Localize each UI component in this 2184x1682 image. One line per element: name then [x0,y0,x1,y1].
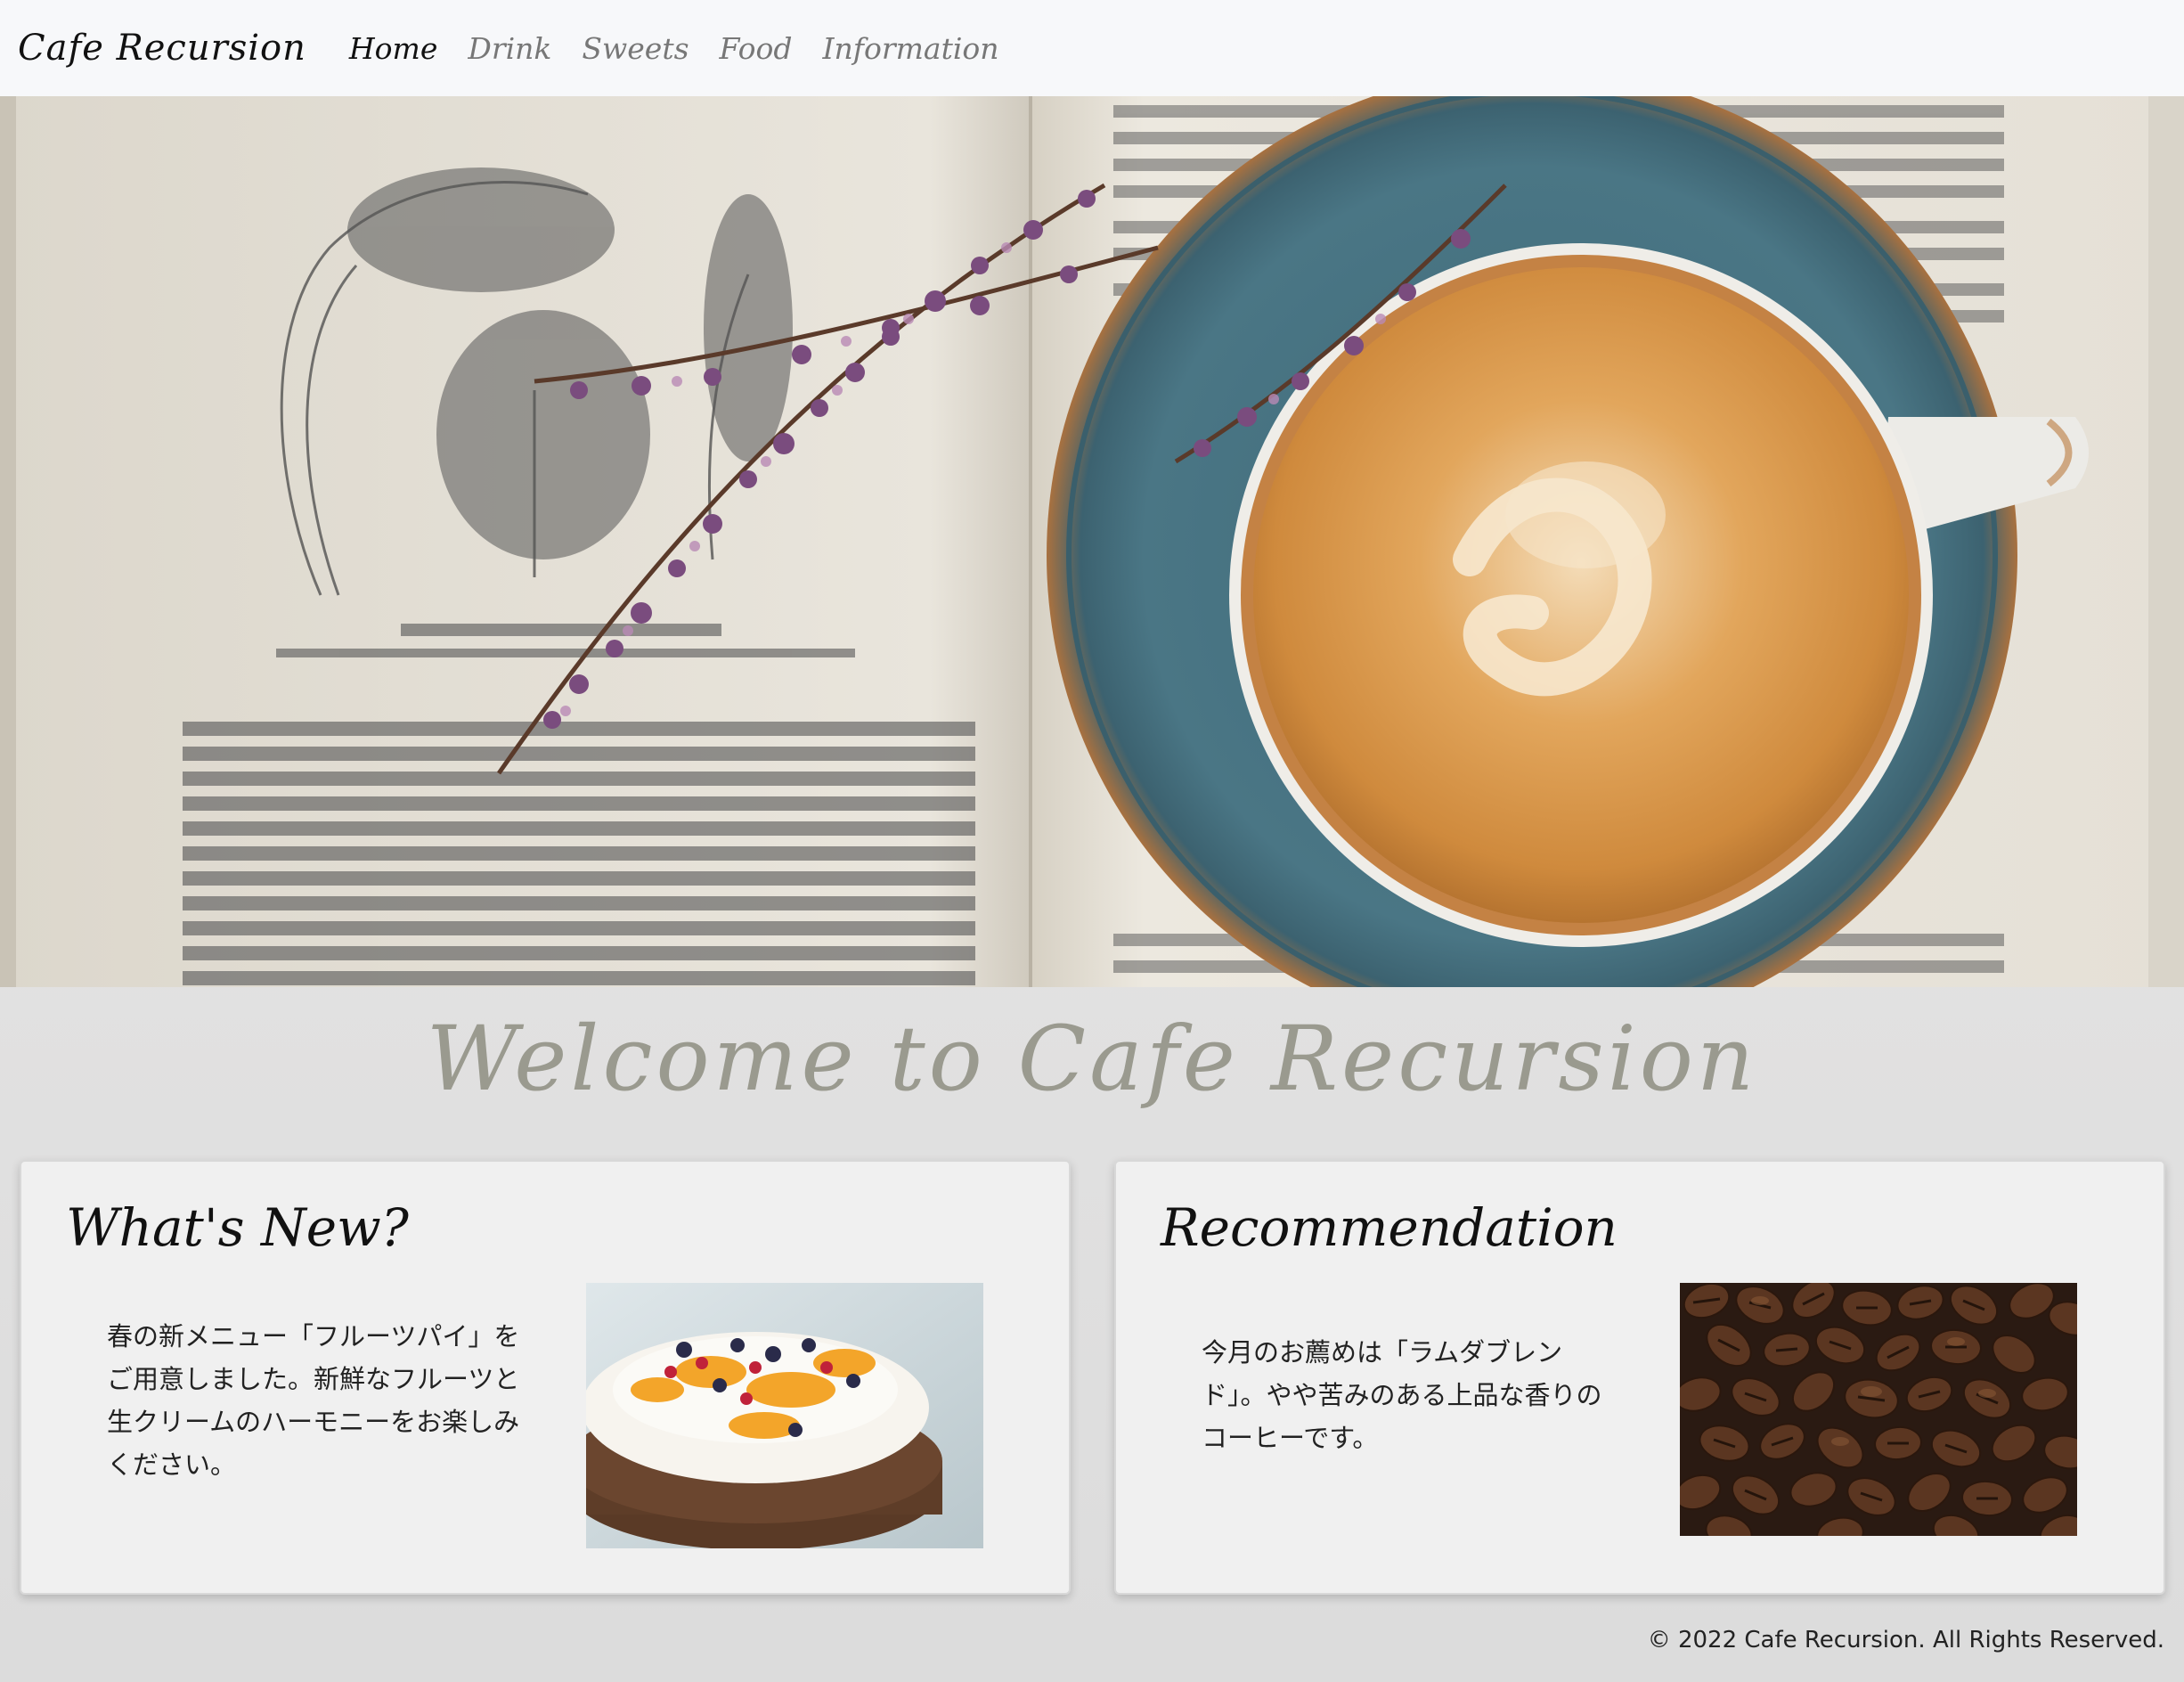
coffee-beans-image [1680,1283,2077,1536]
brand-logo[interactable]: Cafe Recursion [18,28,306,69]
whats-new-title: What's New? [66,1197,409,1258]
nav-link-sweets[interactable]: Sweets [582,31,689,66]
hero-illustration [0,96,2184,987]
coffee-beans-illustration [1680,1283,2077,1536]
nav-link-information[interactable]: Information [822,31,998,66]
nav-link-food[interactable]: Food [720,31,793,66]
nav-links: Home Drink Sweets Food Information [349,31,999,66]
footer-copyright: © 2022 Cafe Recursion. All Rights Reserv… [1647,1627,2164,1653]
whats-new-text: 春の新メニュー「フルーツパイ」をご用意しました。新鮮なフルーツと生クリームのハー… [107,1321,520,1480]
recommendation-card: Recommendation 今月のお薦めは「ラムダブレンド」。やや苦みのある上… [1114,1160,2165,1595]
navbar: Cafe Recursion Home Drink Sweets Food In… [0,0,2184,97]
nav-link-home[interactable]: Home [349,31,437,66]
nav-link-drink[interactable]: Drink [468,31,551,66]
hero-image [0,96,2184,987]
fruit-pie-illustration [586,1283,983,1548]
welcome-heading: Welcome to Cafe Recursion [426,1007,1758,1111]
recommendation-title: Recommendation [1161,1197,1618,1258]
fruit-pie-image [586,1283,983,1548]
recommendation-text: 今月のお薦めは「ラムダブレンド」。やや苦みのある上品な香りのコーヒーです。 [1202,1337,1602,1453]
whats-new-card: What's New? 春の新メニュー「フルーツパイ」をご用意しました。新鮮なフ… [20,1160,1071,1595]
